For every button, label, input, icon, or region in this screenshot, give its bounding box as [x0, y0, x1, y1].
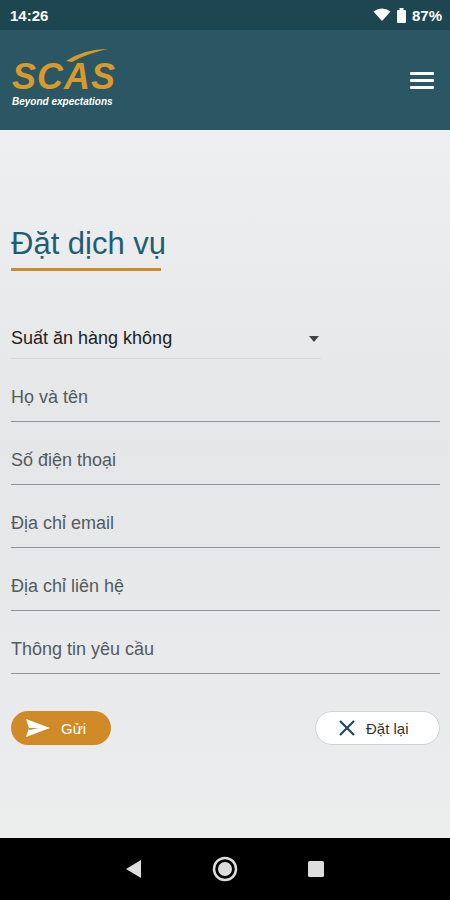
form-field[interactable]: [11, 548, 440, 611]
form-buttons: Gửi Đặt lại: [11, 711, 440, 745]
back-button[interactable]: [119, 853, 149, 885]
status-bar: 14:26 87%: [0, 0, 450, 30]
send-icon: [25, 718, 51, 738]
status-right: 87%: [373, 7, 442, 24]
reset-button[interactable]: Đặt lại: [315, 711, 440, 745]
title-underline: [11, 268, 161, 271]
form-field[interactable]: [11, 422, 440, 485]
app-screen: 14:26 87% SCASBeyond expectations Đặt dịch …: [0, 0, 450, 900]
logo[interactable]: SCASBeyond expectations: [12, 53, 116, 108]
logo-swoosh-icon: [64, 47, 110, 63]
form-field[interactable]: [11, 611, 440, 674]
submit-button[interactable]: Gửi: [11, 711, 111, 745]
battery-icon: [397, 8, 406, 23]
logo-text: SCAS: [12, 59, 116, 95]
form-field[interactable]: [11, 485, 440, 548]
menu-icon[interactable]: [406, 68, 438, 93]
menu-bar: [410, 86, 434, 89]
back-icon: [125, 859, 143, 879]
recents-icon: [307, 860, 325, 878]
menu-bar: [410, 72, 434, 75]
button-label: Gửi: [61, 720, 86, 737]
close-icon: [338, 719, 356, 737]
wifi-icon: [373, 8, 391, 22]
form-field[interactable]: [11, 359, 440, 422]
battery-level: 87%: [412, 7, 442, 24]
service-value: Suất ăn hàng không: [11, 328, 172, 349]
form-title: Đặt dịch vụ: [11, 224, 440, 264]
menu-bar: [410, 79, 434, 82]
booking-form: Đặt dịch vụ Suất ăn hàng không Gửi Đặt lại: [0, 130, 450, 838]
button-label: Đặt lại: [366, 720, 409, 737]
service-select[interactable]: Suất ăn hàng không: [11, 319, 321, 359]
logo-tagline: Beyond expectations: [12, 96, 116, 108]
home-icon: [212, 856, 238, 882]
status-time: 14:26: [10, 7, 48, 24]
recents-button[interactable]: [301, 854, 331, 884]
navigation-bar: [0, 838, 450, 900]
app-header: SCASBeyond expectations: [0, 30, 450, 130]
home-button[interactable]: [206, 850, 244, 888]
caret-icon: [309, 336, 319, 342]
